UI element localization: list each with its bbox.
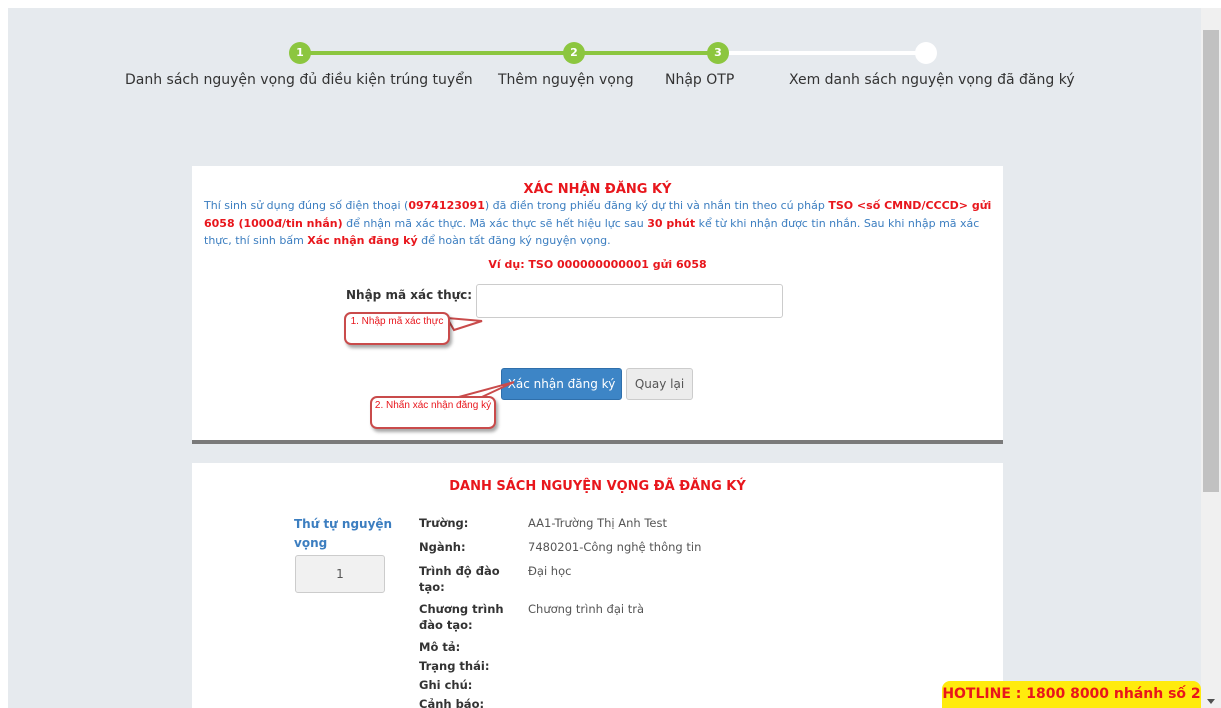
callout-pointers — [441, 316, 515, 412]
otp-confirmation-panel: XÁC NHẬN ĐĂNG KÝ Thí sinh sử dụng đúng s… — [192, 166, 1003, 444]
field-value-school: AA1-Trường Thị Anh Test — [528, 516, 668, 530]
registered-title: DANH SÁCH NGUYỆN VỌNG ĐÃ ĐĂNG KÝ — [449, 479, 746, 494]
callout-click-confirm: 2. Nhấn xác nhận đăng ký — [370, 396, 496, 429]
field-label-note: Ghi chú: — [419, 678, 473, 692]
order-value-box: 1 — [295, 555, 385, 593]
scrollbar-thumb[interactable] — [1203, 30, 1219, 492]
hotline-banner[interactable]: HOTLINE : 1800 8000 nhánh số 2 — [942, 681, 1201, 708]
registered-wishes-panel: DANH SÁCH NGUYỆN VỌNG ĐÃ ĐĂNG KÝ Thứ tự … — [192, 463, 1003, 708]
field-label-level: Trình độ đào tạo: — [419, 564, 500, 594]
field-value-major: 7480201-Công nghệ thông tin — [528, 540, 702, 554]
scroll-down-arrow-icon[interactable] — [1207, 699, 1215, 705]
stepper-remaining-line — [718, 51, 926, 55]
field-value-program: Chương trình đại trà — [528, 602, 645, 616]
step-4-indicator: 4 — [915, 42, 937, 64]
field-label-major: Ngành: — [419, 540, 466, 554]
field-label-warning: Cảnh báo: — [419, 697, 485, 708]
step-1-indicator: 1 — [289, 42, 311, 64]
step-3-indicator: 3 — [707, 42, 729, 64]
step-3-label[interactable]: Nhập OTP — [665, 72, 734, 88]
field-label-description: Mô tả: — [419, 640, 461, 654]
step-1-label[interactable]: Danh sách nguyện vọng đủ điều kiện trúng… — [125, 72, 473, 88]
field-label-program: Chương trình đào tạo: — [419, 602, 504, 632]
callout-enter-otp: 1. Nhập mã xác thực — [344, 312, 450, 345]
order-label: Thứ tự nguyện vọng — [294, 517, 393, 550]
field-label-school: Trường: — [419, 516, 469, 530]
field-value-level: Đại học — [528, 564, 572, 578]
vertical-scrollbar[interactable] — [1201, 8, 1221, 708]
field-label-status: Trạng thái: — [419, 659, 490, 673]
callout-1-pointer — [445, 316, 483, 332]
step-2-indicator: 2 — [563, 42, 585, 64]
step-4-label[interactable]: Xem danh sách nguyện vọng đã đăng ký — [789, 72, 1075, 88]
step-2-label[interactable]: Thêm nguyện vọng — [498, 72, 634, 88]
stepper-progress-line — [300, 51, 718, 55]
page-background: 1 2 3 4 Danh sách nguyện vọng đủ điều ki… — [8, 8, 1201, 708]
